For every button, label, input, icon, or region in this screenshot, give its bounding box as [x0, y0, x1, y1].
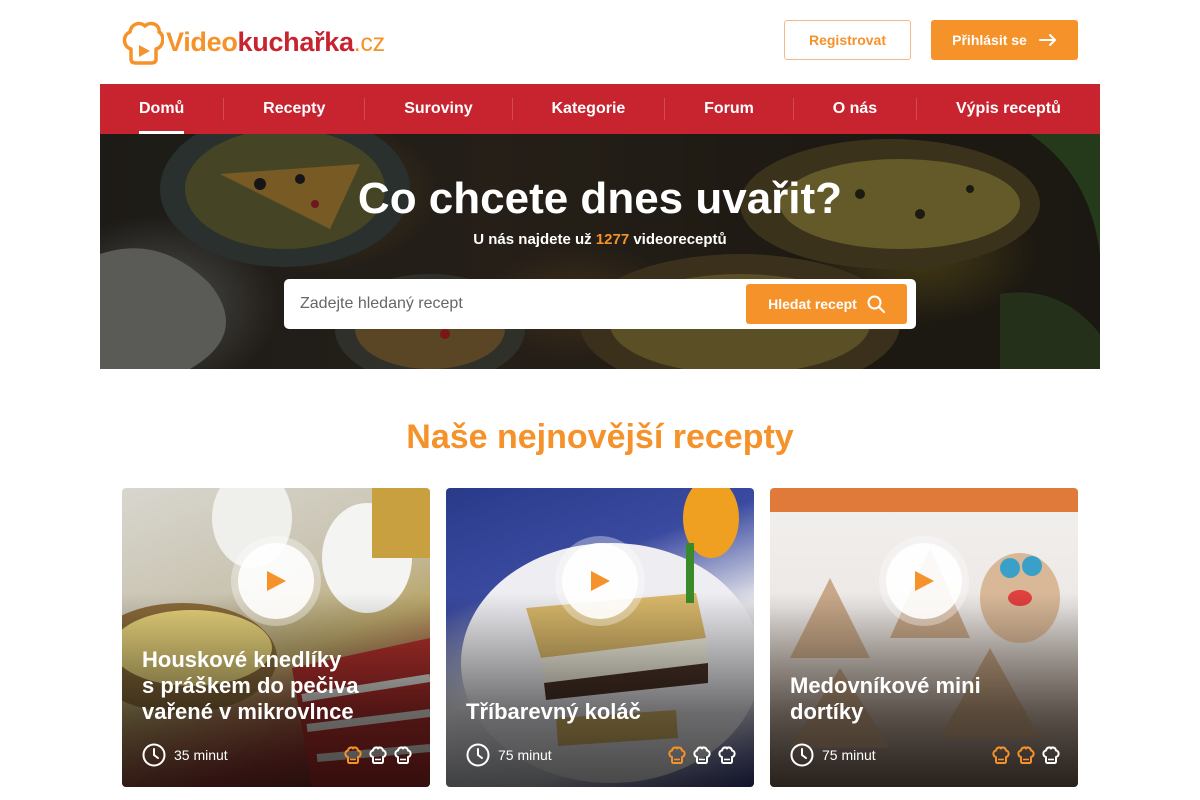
arrow-right-icon — [1038, 34, 1056, 46]
card-time: 75 minut — [790, 743, 876, 767]
search-input[interactable] — [284, 279, 734, 329]
card-title-line: s práškem do pečiva — [142, 673, 359, 698]
hero-banner: Co chcete dnes uvařit? U nás najdete už … — [100, 134, 1100, 369]
chef-hat-icon — [718, 746, 736, 764]
chef-hat-icon — [1042, 746, 1060, 764]
play-button[interactable] — [555, 536, 645, 626]
nav-divider — [916, 98, 918, 120]
recipe-card[interactable]: Houskové knedlíky s práškem do pečiva vaře… — [122, 488, 430, 787]
main-nav: Domů Recepty Suroviny Kategorie Forum O … — [100, 84, 1100, 134]
login-button[interactable]: Přihlásit se — [931, 20, 1078, 60]
card-title-line: Houskové knedlíky — [142, 647, 342, 672]
login-button-label: Přihlásit se — [952, 32, 1027, 48]
chef-hat-icon-filled — [344, 746, 362, 764]
card-title-line: vařené v mikrovlnce — [142, 699, 354, 724]
play-button[interactable] — [231, 536, 321, 626]
play-button[interactable] — [879, 536, 969, 626]
hero-title: Co chcete dnes uvařit? — [357, 174, 843, 223]
logo-text-kucharka: kuchařka — [237, 26, 354, 57]
hero-subtitle: U nás najdete už 1277 videoreceptů — [100, 231, 1100, 248]
nav-item-about[interactable]: O nás — [833, 84, 877, 134]
play-button-inner — [886, 543, 962, 619]
card-time-label: 75 minut — [498, 747, 552, 763]
card-time-label: 35 minut — [174, 747, 228, 763]
recipe-card[interactable]: Tříbarevný koláč 75 minut — [446, 488, 754, 787]
play-button-inner — [238, 543, 314, 619]
site-logo[interactable]: Videokuchařka.cz — [122, 19, 385, 65]
clock-icon — [790, 743, 814, 767]
chef-hat-icon-filled — [992, 746, 1010, 764]
hero-subtitle-suffix: videoreceptů — [633, 231, 727, 248]
chef-hat-icon-filled — [1017, 746, 1035, 764]
difficulty-rating — [344, 746, 412, 764]
logo-text-video: Video — [166, 26, 238, 57]
site-header: Videokuchařka.cz Registrovat Přihlásit s… — [0, 0, 1200, 84]
logo-text-domain: .cz — [353, 28, 385, 57]
card-title[interactable]: Houskové knedlíky s práškem do pečiva vaře… — [142, 647, 412, 725]
card-time: 75 minut — [466, 743, 552, 767]
hero-subtitle-prefix: U nás najdete už — [473, 231, 592, 248]
play-icon — [915, 571, 934, 591]
search-button[interactable]: Hledat recept — [746, 284, 907, 324]
difficulty-rating — [992, 746, 1060, 764]
register-button[interactable]: Registrovat — [784, 20, 911, 60]
clock-icon — [142, 743, 166, 767]
chef-hat-logo-icon — [122, 21, 164, 65]
recipe-card[interactable]: Medovníkové mini dortíky 75 minut — [770, 488, 1078, 787]
card-title-line: Medovníkové mini — [790, 673, 981, 698]
nav-divider — [664, 98, 666, 120]
nav-divider — [364, 98, 366, 120]
chef-hat-icon-filled — [668, 746, 686, 764]
search-button-label: Hledat recept — [768, 296, 857, 312]
card-time: 35 minut — [142, 743, 228, 767]
play-icon — [267, 571, 286, 591]
card-time-label: 75 minut — [822, 747, 876, 763]
nav-item-home[interactable]: Domů — [139, 84, 185, 134]
clock-icon — [466, 743, 490, 767]
difficulty-rating — [668, 746, 736, 764]
chef-hat-icon — [693, 746, 711, 764]
nav-item-recipe-list[interactable]: Výpis receptů — [956, 84, 1061, 134]
nav-item-forum[interactable]: Forum — [704, 84, 754, 134]
play-icon — [591, 571, 610, 591]
section-title: Naše nejnovější recepty — [406, 418, 794, 456]
logo-text: Videokuchařka.cz — [166, 27, 385, 58]
chef-hat-icon — [369, 746, 387, 764]
nav-divider — [511, 98, 513, 120]
search-box: Hledat recept — [284, 279, 916, 329]
nav-divider — [223, 98, 225, 120]
card-title[interactable]: Medovníkové mini dortíky — [790, 673, 1060, 725]
nav-divider — [792, 98, 794, 120]
nav-item-categories[interactable]: Kategorie — [551, 84, 625, 134]
chef-hat-icon — [394, 746, 412, 764]
hero-background-image — [100, 134, 1100, 369]
recipe-count: 1277 — [595, 231, 630, 248]
nav-item-ingredients[interactable]: Suroviny — [404, 84, 472, 134]
magnifier-icon — [867, 295, 885, 313]
nav-item-recipes[interactable]: Recepty — [263, 84, 325, 134]
card-title[interactable]: Tříbarevný koláč — [466, 699, 736, 725]
play-button-inner — [562, 543, 638, 619]
card-title-line: dortíky — [790, 699, 864, 724]
card-title-line: Tříbarevný koláč — [466, 699, 641, 724]
